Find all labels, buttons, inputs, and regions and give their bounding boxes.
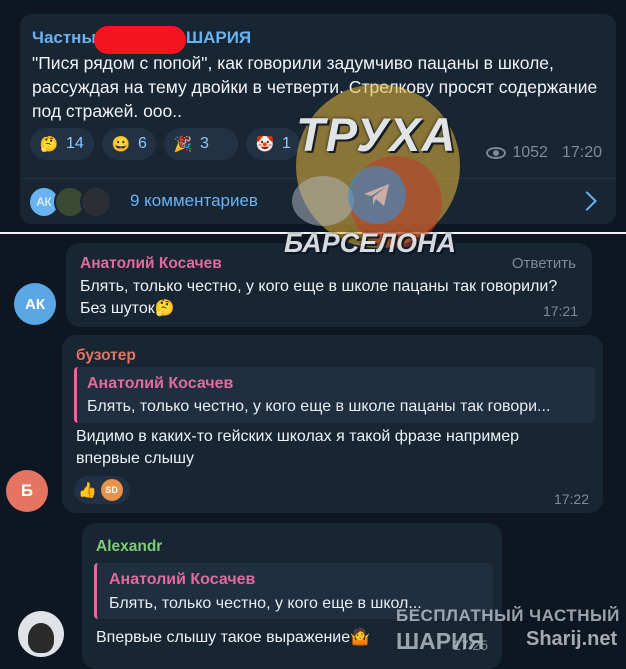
comment-author[interactable]: Alexandr	[96, 538, 162, 556]
reaction-count: 1	[282, 135, 291, 152]
comment-text: Впервые слышу такое выражение🤷	[96, 629, 371, 646]
telegram-icon	[348, 166, 406, 224]
post-time: 17:20	[561, 144, 602, 161]
watermark-title: ТРУХА	[296, 108, 457, 161]
redaction-mark	[94, 26, 186, 54]
avatar[interactable]	[18, 611, 64, 657]
thumbs-up-emoji-icon: 👍	[78, 482, 97, 499]
quote-text: Блять, только честно, у кого еще в школе…	[87, 398, 551, 415]
avatar-photo	[28, 623, 54, 653]
watermark-bottom-line1: БЕСПЛАТНЫЙ ЧАСТНЫЙ	[396, 606, 620, 625]
reaction-clown[interactable]: 🤡 1	[246, 128, 300, 160]
reaction-grin[interactable]: 😀 6	[102, 128, 156, 160]
comment-time: 17:22	[553, 491, 589, 507]
party-emoji-icon: 🎉	[173, 136, 193, 153]
watermark-bottom-line2: ШАРИЯ	[396, 628, 485, 654]
avatar[interactable]: Б	[6, 470, 48, 512]
reaction-count: 3	[200, 135, 209, 152]
comment-reactions[interactable]: 👍 SD	[74, 476, 130, 504]
watermark-subtitle: БАРСЕЛОНА	[284, 228, 456, 258]
chevron-right-icon	[577, 191, 597, 211]
reaction-count: 6	[138, 135, 147, 152]
comment-text: Блять, только честно, у кого еще в школе…	[80, 278, 558, 317]
avatar[interactable]: АК	[14, 283, 56, 325]
comment-time: 17:21	[542, 303, 578, 319]
reactor-avatar: SD	[100, 479, 123, 501]
post-views: 1052	[512, 144, 548, 161]
comment-author[interactable]: Анатолий Косачев	[80, 255, 222, 273]
post-meta: 1052 17:20	[486, 144, 602, 162]
reaction-party[interactable]: 🎉 3	[164, 128, 238, 160]
reply-button[interactable]: Ответить	[512, 255, 576, 272]
clown-emoji-icon: 🤡	[255, 136, 275, 153]
comment-text: Видимо в каких-то гейских школах я такой…	[76, 428, 520, 467]
post-author-left[interactable]: Частны	[32, 28, 96, 48]
thinking-emoji-icon: 🤔	[39, 136, 59, 153]
quote-author: Анатолий Косачев	[109, 571, 256, 588]
reaction-count: 14	[66, 135, 84, 152]
comment-bubble: бузотер Анатолий Косачев Блять, только ч…	[62, 335, 603, 513]
post-author-right[interactable]: ШАРИЯ	[186, 28, 251, 48]
watermark-bottom-site: Sharij.net	[526, 628, 618, 650]
comment-author[interactable]: бузотер	[76, 347, 136, 365]
reaction-thinking[interactable]: 🤔 14	[30, 128, 94, 160]
quote-author: Анатолий Косачев	[87, 375, 234, 392]
commenter-avatar	[80, 186, 112, 218]
comments-count-label: 9 комментариев	[130, 191, 258, 210]
grin-emoji-icon: 😀	[111, 136, 131, 153]
reply-quote[interactable]: Анатолий Косачев Блять, только честно, у…	[74, 367, 595, 423]
watermark-dog-image	[292, 176, 354, 226]
views-eye-icon	[486, 147, 507, 159]
